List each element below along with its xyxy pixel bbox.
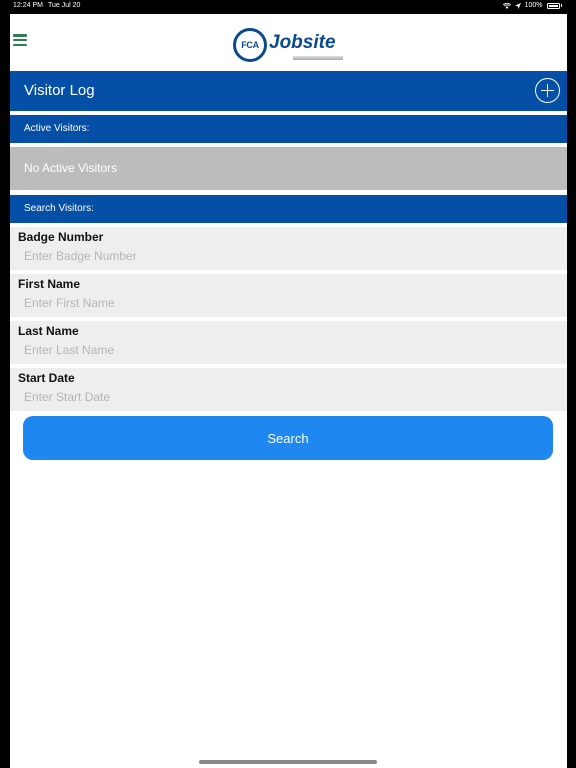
battery-icon xyxy=(546,2,560,9)
badge-number-field: Badge Number xyxy=(10,227,567,270)
fca-jobsite-logo: FCA Jobsite xyxy=(233,28,345,62)
location-icon xyxy=(514,2,521,9)
first-name-label: First Name xyxy=(18,277,81,291)
last-name-field: Last Name xyxy=(10,321,567,364)
app-screen: FCA Jobsite Visitor Log Active Visitors:… xyxy=(10,14,567,768)
status-date: Tue Jul 20 xyxy=(48,2,81,9)
active-visitors-header: Active Visitors: xyxy=(10,115,567,143)
status-indicators: 100% xyxy=(502,2,562,9)
first-name-field: First Name xyxy=(10,274,567,317)
status-time: 12:24 PM xyxy=(13,2,43,9)
wifi-icon xyxy=(502,2,511,9)
search-button[interactable]: Search xyxy=(23,416,553,460)
device-frame: 12:24 PM Tue Jul 20 100% FCA Jobsite Vis… xyxy=(0,0,576,768)
search-visitors-header: Search Visitors: xyxy=(10,195,567,223)
start-date-label: Start Date xyxy=(18,371,75,385)
add-visitor-icon[interactable] xyxy=(535,78,560,103)
hamburger-menu-icon[interactable] xyxy=(13,34,27,46)
first-name-input[interactable] xyxy=(18,293,558,313)
title-bar: Visitor Log xyxy=(10,71,567,111)
page-title: Visitor Log xyxy=(24,82,95,99)
battery-percent: 100% xyxy=(524,2,543,9)
logo-text: Jobsite xyxy=(269,32,336,53)
badge-number-label: Badge Number xyxy=(18,230,104,244)
logo-badge: FCA xyxy=(233,28,267,62)
home-indicator[interactable] xyxy=(199,760,377,764)
start-date-input[interactable] xyxy=(18,387,558,407)
logo-underline xyxy=(293,56,343,60)
start-date-field: Start Date xyxy=(10,368,567,411)
no-active-visitors-message: No Active Visitors xyxy=(10,147,567,190)
last-name-label: Last Name xyxy=(18,324,79,338)
status-bar: 12:24 PM Tue Jul 20 100% xyxy=(0,0,576,13)
app-header: FCA Jobsite xyxy=(10,14,567,71)
badge-number-input[interactable] xyxy=(18,246,558,266)
battery-tip xyxy=(560,4,562,7)
last-name-input[interactable] xyxy=(18,340,558,360)
